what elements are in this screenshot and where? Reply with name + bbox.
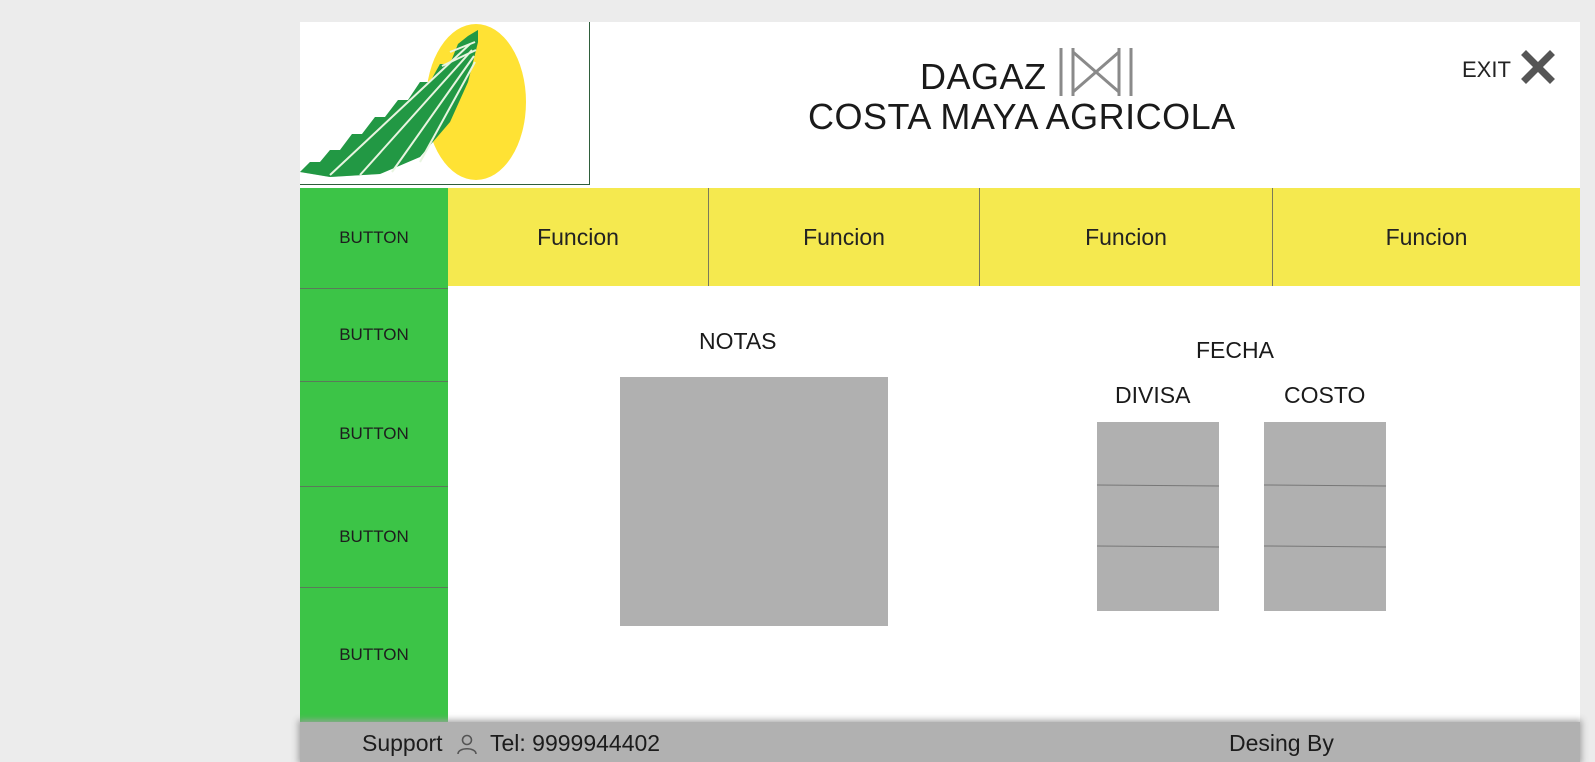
costo-row-divider	[1263, 484, 1387, 487]
user-icon	[456, 733, 478, 760]
divisa-row-divider	[1096, 484, 1220, 487]
support-phone: Tel: 9999944402	[490, 730, 661, 756]
fecha-label: FECHA	[1196, 337, 1274, 363]
function-tab-3[interactable]: Funcion	[980, 188, 1272, 286]
logo-icon	[300, 24, 526, 180]
sidebar: BUTTON BUTTON BUTTON BUTTON BUTTON	[300, 188, 448, 722]
sidebar-button-1[interactable]: BUTTON	[300, 188, 448, 288]
costo-row-divider	[1263, 545, 1387, 548]
sidebar-button-4[interactable]: BUTTON	[300, 487, 448, 587]
divisa-row-divider	[1096, 545, 1220, 548]
notas-box[interactable]	[620, 377, 888, 626]
company-logo	[300, 22, 590, 185]
design-credit: Desing By	[1229, 730, 1334, 756]
support-label: Support	[362, 730, 443, 756]
sidebar-button-2[interactable]: BUTTON	[300, 289, 448, 381]
app-window: DAGAZ COSTA MAYA AGRICOLA EXIT BUTTON BU…	[300, 22, 1580, 762]
costo-box	[1263, 422, 1387, 611]
footer-bar: Support Tel: 9999944402 Desing By	[300, 722, 1580, 762]
notas-label: NOTAS	[699, 328, 777, 354]
app-subtitle: COSTA MAYA AGRICOLA	[808, 96, 1236, 137]
exit-button[interactable]: EXIT	[1462, 50, 1555, 90]
divisa-box	[1096, 422, 1220, 611]
sidebar-button-5[interactable]: BUTTON	[300, 588, 448, 722]
function-tab-4[interactable]: Funcion	[1273, 188, 1580, 286]
function-tab-1[interactable]: Funcion	[448, 188, 708, 286]
close-icon[interactable]	[1520, 50, 1555, 90]
exit-label: EXIT	[1462, 57, 1511, 82]
title-line1: DAGAZ	[920, 55, 1047, 97]
costo-label: COSTO	[1284, 382, 1366, 408]
function-tab-2[interactable]: Funcion	[709, 188, 979, 286]
sidebar-button-3[interactable]: BUTTON	[300, 382, 448, 486]
divisa-label: DIVISA	[1115, 382, 1191, 408]
function-bar: Funcion Funcion Funcion Funcion	[448, 188, 1580, 286]
